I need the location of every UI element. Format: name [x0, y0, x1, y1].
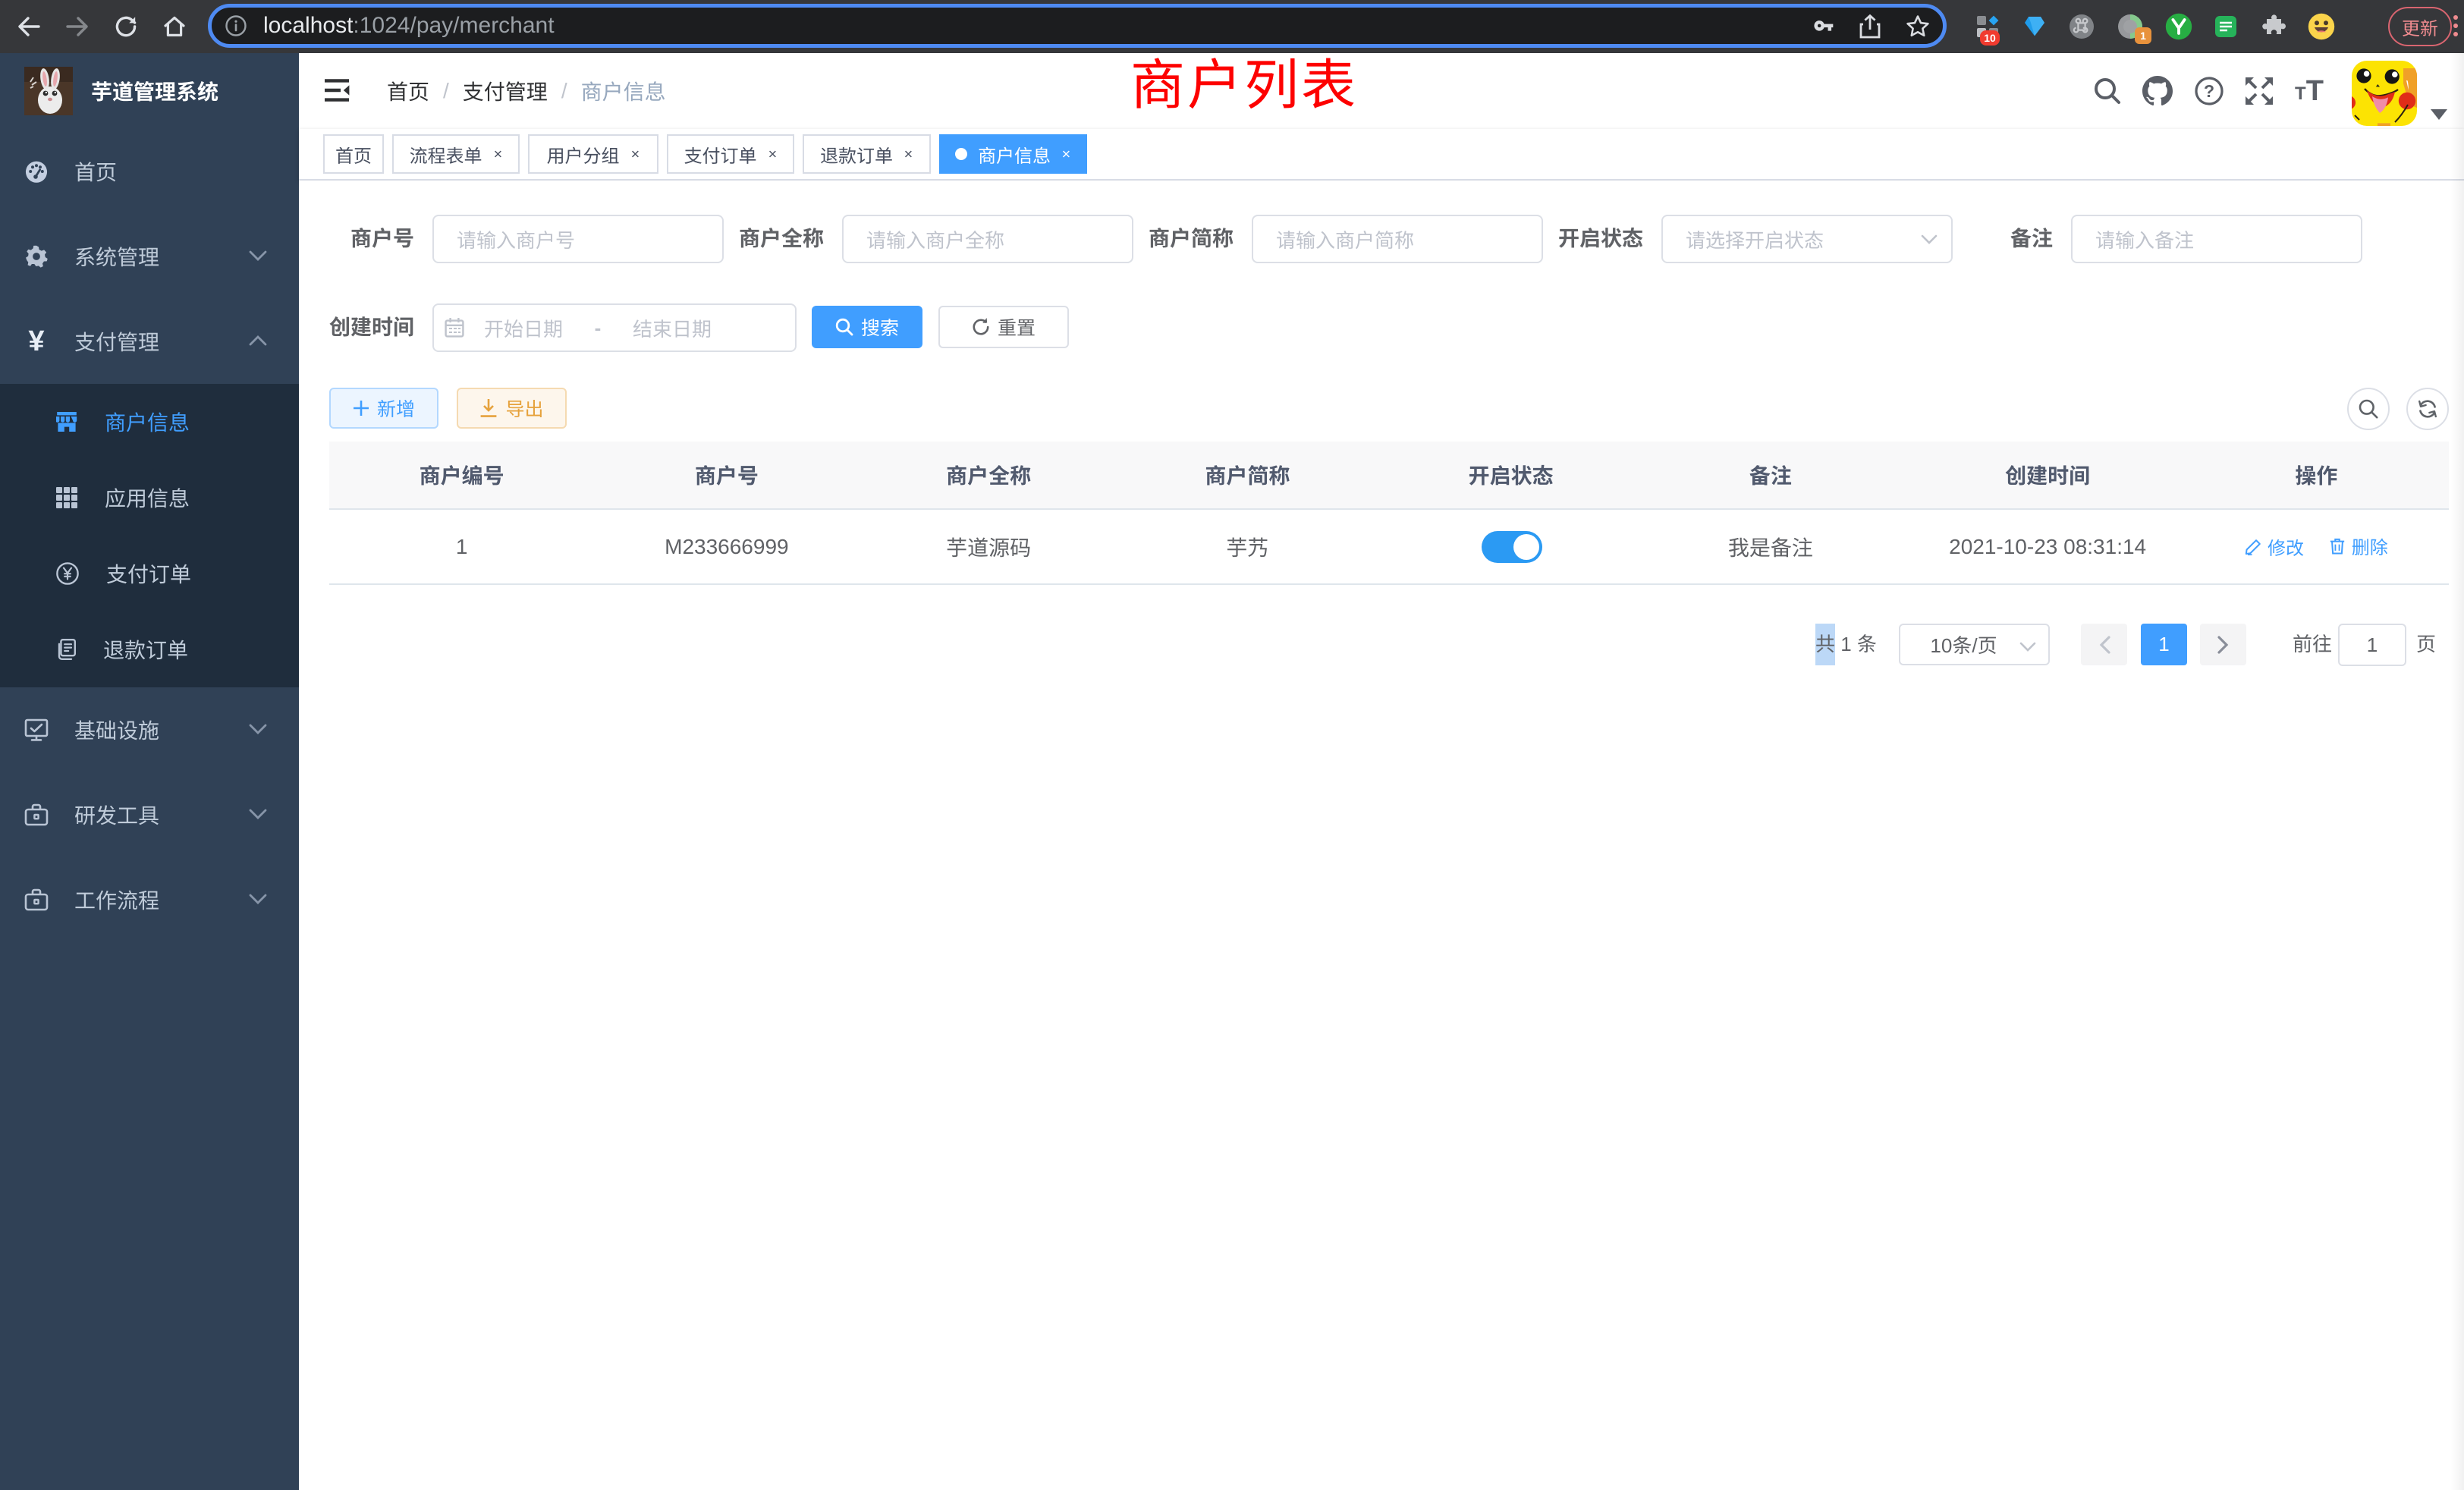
svg-text:?: ? [2204, 81, 2214, 101]
